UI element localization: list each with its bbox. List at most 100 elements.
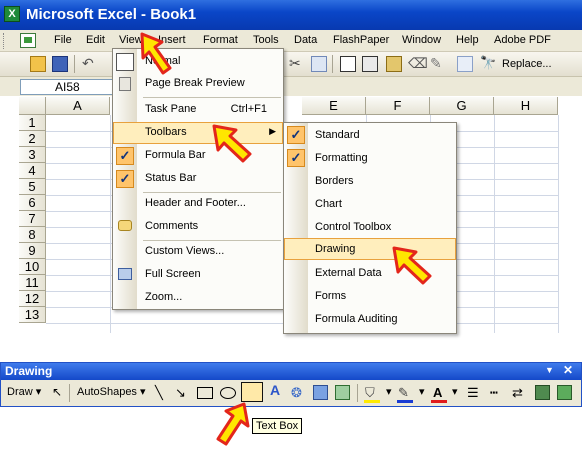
oval-icon[interactable] [220,387,236,399]
3d-style-icon[interactable] [557,385,572,400]
view-menu-item-header-footer[interactable]: Header and Footer... [113,193,283,215]
menu-separator [143,97,281,98]
font-color-icon[interactable]: A [433,385,442,400]
column-header[interactable]: G [430,97,494,115]
replace-button[interactable]: Replace... [502,58,552,70]
comments-icon [118,220,132,231]
column-header[interactable]: A [46,97,110,115]
arrow-style-icon[interactable]: ⇄ [512,385,523,401]
excel-app-icon: X [4,6,20,22]
view-menu-item-status-bar[interactable]: ✓ Status Bar [113,168,283,190]
row-header[interactable]: 6 [19,195,46,211]
view-menu: Normal Page Break Preview Task Pane Ctrl… [112,48,284,310]
fill-color-dropdown[interactable]: ▾ [386,385,392,398]
view-menu-item-zoom[interactable]: Zoom... [113,287,283,309]
submenu-item-chart[interactable]: Chart [284,193,456,215]
menu-help[interactable]: Help [456,34,479,46]
research-icon[interactable] [340,56,356,72]
line-color-dropdown[interactable]: ▾ [419,385,425,398]
rectangle-icon[interactable] [197,387,213,399]
submenu-item-forms[interactable]: Forms [284,285,456,307]
diagram-icon[interactable]: ❂ [291,385,302,401]
line-style-icon[interactable]: ☰ [467,385,479,401]
column-header[interactable]: E [302,97,366,115]
eraser-icon[interactable]: ⌫ [408,56,428,72]
menubar-grip[interactable] [3,33,6,49]
line-icon[interactable]: ╲ [155,385,163,401]
drawing-toolbar-title: Drawing [5,364,53,378]
row-header[interactable]: 4 [19,163,46,179]
permission-icon[interactable] [362,56,378,72]
row-header[interactable]: 7 [19,211,46,227]
submenu-item-formatting[interactable]: ✓ Formatting [284,147,456,169]
paste-icon[interactable] [386,56,402,72]
select-all-corner[interactable] [19,97,46,115]
menu-file[interactable]: File [54,34,72,46]
name-box[interactable]: AI58 [20,79,116,95]
autoshapes-menu-button[interactable]: AutoShapes ▾ [77,385,146,398]
submenu-item-control-toolbox[interactable]: Control Toolbox [284,216,456,238]
menu-data[interactable]: Data [294,34,317,46]
toolbar-separator [74,55,75,73]
menu-tools[interactable]: Tools [253,34,279,46]
view-menu-item-custom-views[interactable]: Custom Views... [113,241,283,263]
pointer-arrow-view [140,32,172,75]
row-header[interactable]: 10 [19,259,46,275]
open-icon[interactable] [30,56,46,72]
column-header[interactable]: H [494,97,558,115]
copy-icon[interactable] [311,56,327,72]
row-header[interactable]: 9 [19,243,46,259]
select-objects-icon[interactable]: ↖ [52,385,62,399]
menu-format[interactable]: Format [203,34,238,46]
menu-window[interactable]: Window [402,34,441,46]
shadow-style-icon[interactable] [535,385,550,400]
row-header[interactable]: 12 [19,291,46,307]
format-painter-icon[interactable]: ✎ [430,56,446,72]
fill-color-icon[interactable]: ⛉ [365,385,375,401]
view-menu-item-comments[interactable]: Comments [113,216,283,238]
toolbar-options-icon[interactable]: ▼ [545,365,554,375]
row-header[interactable]: 13 [19,307,46,323]
row-header[interactable]: 8 [19,227,46,243]
drawing-toolbar-title-bar[interactable]: Drawing ▼ ✕ [1,363,581,380]
row-header[interactable]: 11 [19,275,46,291]
view-menu-shortcut: Ctrl+F1 [230,103,267,115]
row-header[interactable]: 5 [19,179,46,195]
clip-art-icon[interactable] [313,385,328,400]
view-menu-label: Formula Bar [145,149,206,161]
close-icon[interactable]: ✕ [563,363,573,377]
view-menu-label: Task Pane [145,103,197,115]
view-menu-item-full-screen[interactable]: Full Screen [113,264,283,286]
row-header[interactable]: 1 [19,115,46,131]
submenu-item-formula-auditing[interactable]: Formula Auditing [284,308,456,330]
full-screen-icon [118,268,132,280]
font-color-dropdown[interactable]: ▾ [452,385,458,398]
view-menu-label: Status Bar [145,172,197,184]
menu-edit[interactable]: Edit [86,34,105,46]
arrow-icon[interactable]: ↘ [175,385,186,401]
save-icon[interactable] [52,56,68,72]
submenu-item-borders[interactable]: Borders [284,170,456,192]
line-color-icon[interactable]: ✎ [398,385,409,401]
draw-menu-button[interactable]: Draw ▾ [7,385,41,398]
wordart-icon[interactable]: A [270,382,280,398]
picture-icon[interactable] [335,385,350,400]
cut-icon[interactable]: ✂ [289,56,305,72]
submenu-item-standard[interactable]: ✓ Standard [284,124,456,146]
view-menu-item-task-pane[interactable]: Task Pane Ctrl+F1 [113,99,283,121]
find-icon[interactable]: 🔭 [480,56,496,72]
dash-style-icon[interactable]: ┅ [490,385,498,401]
row-header[interactable]: 3 [19,147,46,163]
hyperlink-icon[interactable] [457,56,473,72]
view-menu-label: Comments [145,220,199,232]
workbook-icon[interactable] [20,33,36,48]
submenu-label: Forms [315,290,347,302]
view-menu-item-formula-bar[interactable]: ✓ Formula Bar [113,145,283,167]
menu-adobe-pdf[interactable]: Adobe PDF [494,34,551,46]
text-box-icon[interactable] [241,382,263,402]
undo-icon[interactable]: ↶ [82,56,98,72]
column-header[interactable]: F [366,97,430,115]
menu-flashpaper[interactable]: FlashPaper [333,34,389,46]
row-header[interactable]: 2 [19,131,46,147]
view-menu-item-toolbars[interactable]: Toolbars ▶ [113,122,283,144]
